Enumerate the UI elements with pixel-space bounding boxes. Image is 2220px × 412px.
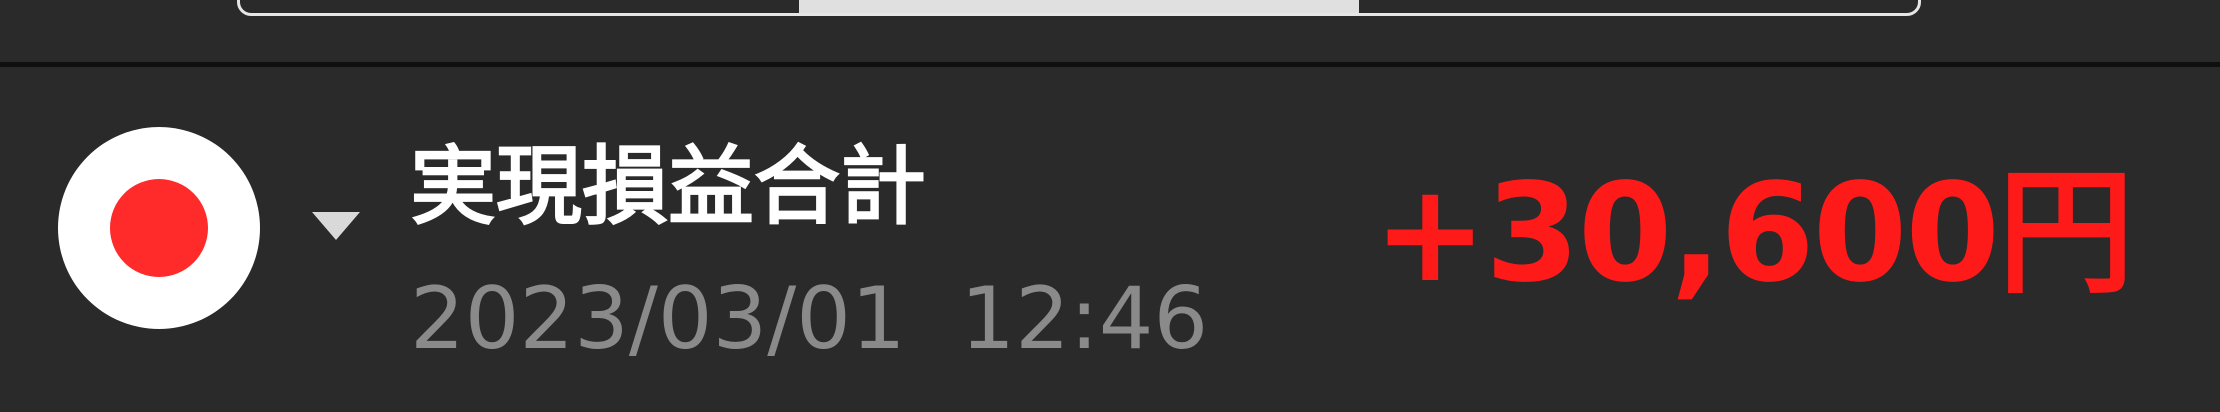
realized-pnl-label: 実現損益合計 [410, 137, 926, 237]
realized-pnl-total-row[interactable]: 実現損益合計 2023/03/01 12:46 +30,600円 [0, 67, 2220, 412]
top-bar [0, 0, 2220, 64]
realized-pnl-amount: +30,600円 [1373, 155, 2134, 313]
segmented-control [237, 0, 1921, 16]
segment-3[interactable] [1359, 0, 1918, 13]
timestamp: 2023/03/01 12:46 [410, 269, 1209, 369]
status-indicator [58, 127, 260, 329]
red-dot-icon [110, 179, 208, 277]
caret-down-icon[interactable] [312, 212, 360, 240]
segment-1[interactable] [240, 0, 799, 13]
segment-2-selected[interactable] [799, 0, 1359, 13]
